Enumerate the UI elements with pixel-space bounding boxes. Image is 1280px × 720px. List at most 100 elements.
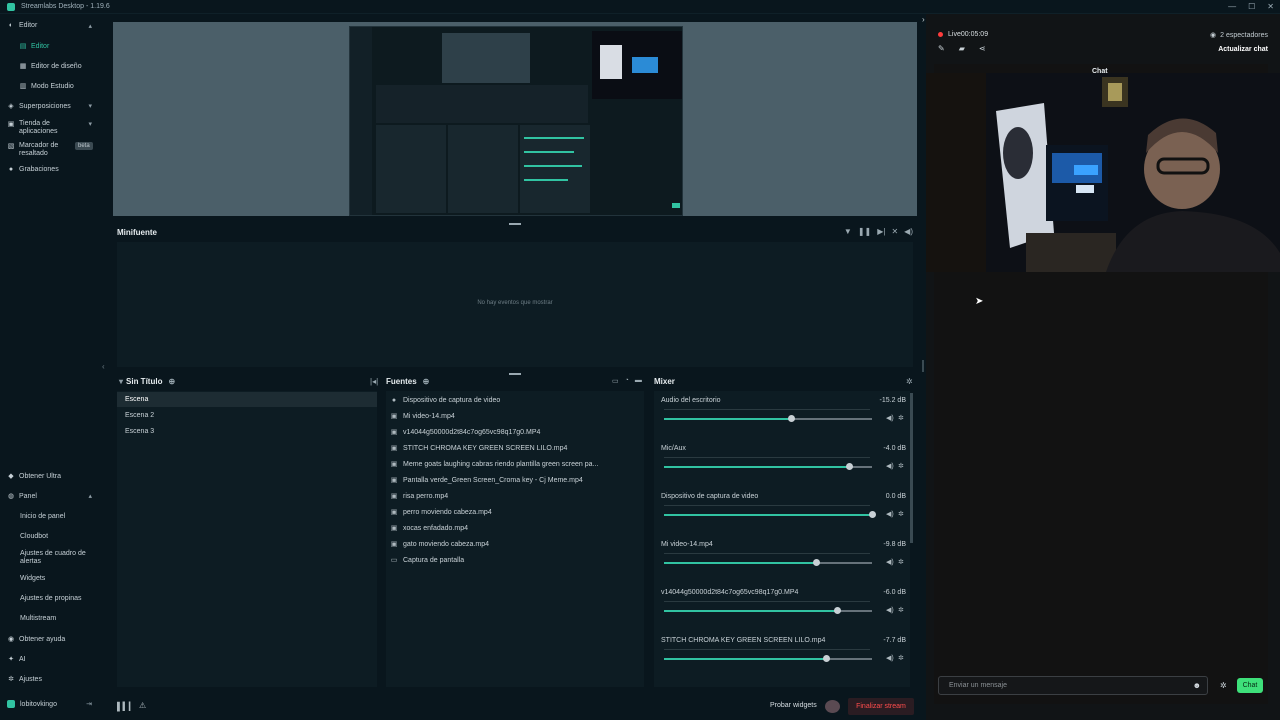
user-account[interactable]: lobitovkingo ⇥ [0, 696, 100, 712]
nav-get-ultra[interactable]: ◆ Obtener Ultra [0, 472, 100, 481]
source-item[interactable]: ▣ Mi video-14.mp4 [386, 408, 644, 424]
source-group-icon[interactable]: ▭ [612, 377, 619, 385]
nav-panel-home[interactable]: Inicio de panel [0, 513, 100, 520]
volume-icon[interactable]: ◀) [886, 414, 894, 422]
chevron-down-icon[interactable]: ▾ [119, 377, 123, 386]
nav-editor[interactable]: ▤ Editor [0, 42, 100, 51]
source-item[interactable]: ▭ Captura de pantalla [386, 552, 644, 568]
expand-chat-icon[interactable]: › [922, 15, 925, 24]
volume-slider[interactable] [664, 559, 872, 566]
add-source-icon[interactable]: ⊕ [423, 377, 430, 386]
chat-input[interactable]: Enviar un mensaje ☻ [938, 676, 1208, 695]
nav-app-store[interactable]: ▣ Tienda de aplicaciones ▾ [0, 120, 100, 137]
scrollbar[interactable] [922, 360, 924, 372]
nav-recordings[interactable]: ● Grabaciones [0, 166, 100, 173]
gear-icon[interactable]: ✲ [898, 558, 904, 566]
volume-knob[interactable] [787, 415, 795, 422]
chevron-down-icon[interactable]: ▾ [88, 120, 92, 128]
chat-settings-icon[interactable]: ✲ [1220, 681, 1227, 690]
chat-send-button[interactable]: Chat [1237, 678, 1263, 693]
nav-panel[interactable]: ◍ Panel ▴ [0, 492, 100, 501]
source-item[interactable]: ▣ perro moviendo cabeza.mp4 [386, 504, 644, 520]
volume-knob[interactable] [812, 559, 820, 566]
folder-icon[interactable]: ▰ [959, 44, 965, 53]
volume-icon[interactable]: ◀) [886, 462, 894, 470]
test-widgets-label[interactable]: Probar widgets [770, 702, 817, 709]
end-stream-button[interactable]: Finalizar stream [848, 698, 914, 715]
volume-slider[interactable] [664, 463, 872, 470]
mixer-settings-icon[interactable]: ✲ [906, 377, 913, 386]
volume-slider[interactable] [664, 655, 872, 662]
mute-alerts-icon[interactable]: ✕ [891, 227, 898, 236]
source-item[interactable]: ● Dispositivo de captura de video [386, 392, 644, 408]
volume-slider[interactable] [664, 511, 876, 518]
nav-help[interactable]: ◉ Obtener ayuda [0, 635, 100, 644]
chevron-up-icon[interactable]: ▴ [88, 22, 92, 30]
volume-icon[interactable]: ◀) [904, 227, 913, 236]
nav-ai[interactable]: ✦ AI [0, 655, 100, 664]
add-scene-icon[interactable]: ⊕ [168, 377, 175, 386]
share-icon[interactable]: ⋖ [979, 44, 986, 53]
nav-editor-group[interactable]: ◐ Editor ▴ [0, 22, 100, 30]
gear-icon[interactable]: ✲ [898, 654, 904, 662]
audio-meter [664, 409, 870, 410]
volume-icon[interactable]: ◀) [886, 510, 894, 518]
volume-icon[interactable]: ◀) [886, 558, 894, 566]
source-item[interactable]: ▣ gato moviendo cabeza.mp4 [386, 536, 644, 552]
test-widgets-icon[interactable] [825, 700, 840, 713]
refresh-chat-button[interactable]: Actualizar chat [1218, 46, 1268, 53]
add-folder-icon[interactable]: ▬ [635, 377, 642, 385]
source-item[interactable]: ▣ v14044g50000d2t84c7og65vc98q17g0.MP4 [386, 424, 644, 440]
volume-knob[interactable] [823, 655, 831, 662]
chevron-down-icon[interactable]: ▾ [88, 102, 92, 110]
skip-icon[interactable]: ▶| [877, 227, 885, 236]
nav-overlays[interactable]: ◈ Superposiciones ▾ [0, 102, 100, 111]
stats-icon[interactable]: ▌▍▎ [117, 702, 135, 711]
volume-icon[interactable]: ◀) [886, 654, 894, 662]
volume-slider[interactable] [664, 607, 872, 614]
edit-icon[interactable]: ✎ [938, 44, 945, 53]
nav-tips[interactable]: Ajustes de propinas [0, 595, 100, 602]
gear-icon[interactable]: ✲ [898, 606, 904, 614]
scene-item[interactable]: Escena 3 [117, 424, 377, 439]
scene-item[interactable]: Escena [117, 392, 377, 407]
gear-icon[interactable]: ✲ [898, 414, 904, 422]
nav-settings[interactable]: ✲ Ajustes [0, 675, 100, 684]
emoji-icon[interactable]: ☻ [1193, 681, 1201, 690]
maximize-button[interactable]: ☐ [1248, 2, 1255, 11]
scene-collection-title[interactable]: Sin Título [126, 377, 162, 386]
volume-icon[interactable]: ◀) [886, 606, 894, 614]
source-item[interactable]: ▣ risa perro.mp4 [386, 488, 644, 504]
gear-icon[interactable]: ✲ [898, 462, 904, 470]
scene-transition-icon[interactable]: |◂| [370, 377, 378, 386]
volume-knob[interactable] [833, 607, 841, 614]
chevron-up-icon[interactable]: ▴ [88, 492, 92, 500]
logout-icon[interactable]: ⇥ [86, 700, 92, 708]
source-item[interactable]: ▣ Meme goats laughing cabras riendo plant… [386, 456, 644, 472]
source-item[interactable]: ▣ xocas enfadado.mp4 [386, 520, 644, 536]
scene-item[interactable]: Escena 2 [117, 408, 377, 423]
nav-multistream[interactable]: Multistream [0, 615, 100, 622]
resize-handle[interactable] [509, 223, 521, 225]
mixer-scrollbar[interactable] [910, 393, 913, 543]
close-button[interactable]: ✕ [1267, 2, 1274, 11]
nav-widgets[interactable]: Widgets [0, 575, 100, 582]
nav-cloudbot[interactable]: Cloudbot [0, 533, 100, 540]
collapse-sidebar-icon[interactable]: ‹ [102, 362, 105, 371]
nav-layout-editor[interactable]: ▦ Editor de diseño [0, 62, 100, 71]
nav-alert-box[interactable]: Ajustes de cuadro de alertas [0, 550, 96, 566]
filter-icon[interactable]: ▼ [844, 227, 852, 236]
resize-handle[interactable] [509, 373, 521, 375]
gear-icon[interactable]: ✲ [898, 510, 904, 518]
volume-slider[interactable] [664, 415, 872, 422]
nav-studio-mode[interactable]: ▥ Modo Estudio [0, 82, 100, 91]
source-item[interactable]: ▣ Pantalla verde_Green Screen_Croma key -… [386, 472, 644, 488]
source-folder-icon[interactable]: ◔ [625, 377, 629, 385]
volume-knob[interactable] [869, 511, 876, 518]
minimize-button[interactable]: — [1228, 2, 1236, 11]
volume-knob[interactable] [846, 463, 854, 470]
source-item[interactable]: ▣ STITCH CHROMA KEY GREEN SCREEN LILO.mp4 [386, 440, 644, 456]
alert-icon[interactable]: ⚠ [139, 701, 146, 710]
nav-highlighter[interactable]: ▧ Marcador de resaltado beta [0, 142, 100, 159]
pause-icon[interactable]: ❚❚ [858, 227, 871, 236]
